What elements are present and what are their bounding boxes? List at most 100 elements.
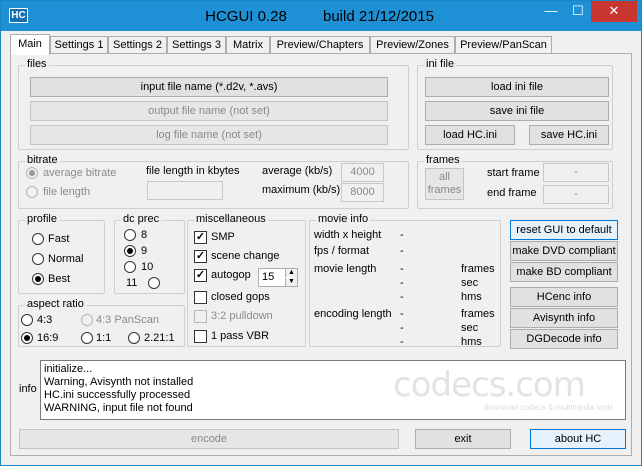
log-line: WARNING, input file not found: [44, 402, 193, 414]
aspect-11-label: 1:1: [96, 332, 112, 344]
average-bitrate-radio[interactable]: [26, 167, 38, 179]
bitrate-group: bitrate average bitrate file length file…: [18, 154, 409, 209]
file-length-kb-input[interactable]: [147, 181, 223, 200]
make-bd-compliant-button[interactable]: make BD compliant: [510, 262, 618, 282]
aspect-221-radio[interactable]: [128, 332, 140, 344]
width-height-value: -: [400, 229, 404, 241]
pulldown-label: 3:2 pulldown: [211, 310, 273, 322]
close-button[interactable]: ✕: [591, 1, 637, 22]
aspect-ratio-label: aspect ratio: [25, 298, 86, 310]
info-log[interactable]: codecs.com download codecs & multimedia …: [40, 360, 626, 420]
misc-label: miscellaneous: [194, 213, 268, 225]
encoding-length-sec-unit: sec: [461, 322, 479, 334]
tab-settings-3[interactable]: Settings 3: [167, 36, 226, 54]
encoding-length-label: encoding length: [314, 308, 392, 320]
smp-label: SMP: [211, 231, 235, 243]
save-ini-button[interactable]: save ini file: [425, 101, 609, 121]
end-frame-label: end frame: [487, 187, 537, 199]
tab-preview-panscan[interactable]: Preview/PanScan: [455, 36, 552, 54]
tab-settings-2[interactable]: Settings 2: [108, 36, 167, 54]
autogop-stepper[interactable]: 15 ▲ ▼: [258, 268, 298, 287]
log-line: Warning, Avisynth not installed: [44, 376, 194, 388]
hcenc-info-button[interactable]: HCenc info: [510, 287, 618, 307]
dgdecode-info-button[interactable]: DGDecode info: [510, 329, 618, 349]
aspect-11-radio[interactable]: [81, 332, 93, 344]
one-pass-vbr-label: 1 pass VBR: [211, 330, 270, 342]
stepper-up-icon[interactable]: ▲: [285, 269, 297, 277]
encoding-length-hms-unit: hms: [461, 336, 482, 348]
tab-preview-chapters[interactable]: Preview/Chapters: [270, 36, 370, 54]
load-hc-ini-button[interactable]: load HC.ini: [425, 125, 515, 145]
autogop-checkbox[interactable]: ✓: [194, 269, 207, 282]
ini-label: ini file: [424, 58, 457, 70]
scene-change-checkbox[interactable]: ✓: [194, 250, 207, 263]
log-file-button[interactable]: log file name (not set): [30, 125, 388, 145]
output-file-button[interactable]: output file name (not set): [30, 101, 388, 121]
dc-prec-10-label: 10: [141, 261, 154, 273]
start-frame-label: start frame: [487, 167, 540, 179]
log-line: HC.ini successfully processed: [44, 389, 191, 401]
start-frame-input[interactable]: -: [543, 163, 609, 182]
one-pass-vbr-checkbox[interactable]: [194, 330, 207, 343]
average-bitrate-label: average bitrate: [43, 167, 117, 179]
title-bar[interactable]: HC HCGUI 0.28 build 21/12/2015 — ☐ ✕: [1, 1, 641, 31]
stepper-down-icon[interactable]: ▼: [285, 278, 297, 286]
encoding-length-frames-unit: frames: [461, 308, 495, 320]
tab-preview-zones[interactable]: Preview/Zones: [370, 36, 455, 54]
aspect-169-label: 16:9: [37, 332, 59, 344]
make-dvd-compliant-button[interactable]: make DVD compliant: [510, 241, 618, 261]
maximize-button[interactable]: ☐: [564, 1, 592, 22]
average-kbs-input[interactable]: 4000: [341, 163, 384, 182]
encoding-length-hms-value: -: [400, 336, 404, 348]
smp-checkbox[interactable]: ✓: [194, 231, 207, 244]
aspect-43-radio[interactable]: [21, 314, 33, 326]
aspect-221-label: 2.21:1: [144, 332, 175, 344]
end-frame-input[interactable]: -: [543, 185, 609, 204]
ini-group: ini file load ini file save ini file loa…: [417, 58, 613, 150]
aspect-169-radio[interactable]: [21, 332, 33, 344]
aspect-43-panscan-label: 4:3 PanScan: [96, 314, 159, 326]
misc-group: miscellaneous ✓ SMP ✓ scene change ✓ aut…: [187, 213, 306, 347]
profile-normal-radio[interactable]: [32, 253, 44, 265]
load-ini-button[interactable]: load ini file: [425, 77, 609, 97]
exit-button[interactable]: exit: [415, 429, 511, 449]
all-frames-button[interactable]: all frames: [425, 168, 464, 200]
profile-label: profile: [25, 213, 59, 225]
file-length-kb-label: file length in kbytes: [146, 165, 240, 177]
save-hc-ini-button[interactable]: save HC.ini: [529, 125, 609, 145]
avisynth-info-button[interactable]: Avisynth info: [510, 308, 618, 328]
frames-label: frames: [424, 154, 462, 166]
all-frames-line2: frames: [427, 184, 462, 196]
dc-prec-label: dc prec: [121, 213, 162, 225]
movie-length-frames-unit: frames: [461, 263, 495, 275]
tab-matrix[interactable]: Matrix: [226, 36, 270, 54]
movie-length-sec-value: -: [400, 277, 404, 289]
closed-gops-checkbox[interactable]: [194, 291, 207, 304]
pulldown-checkbox[interactable]: [194, 310, 207, 323]
profile-fast-radio[interactable]: [32, 233, 44, 245]
log-line: initialize...: [44, 363, 93, 375]
dc-prec-8-radio[interactable]: [124, 229, 136, 241]
minimize-button[interactable]: —: [537, 1, 565, 22]
input-file-button[interactable]: input file name (*.d2v, *.avs): [30, 77, 388, 97]
width-height-label: width x height: [314, 229, 382, 241]
tab-settings-1[interactable]: Settings 1: [50, 36, 108, 54]
movie-length-hms-unit: hms: [461, 291, 482, 303]
tab-main[interactable]: Main: [10, 34, 50, 55]
info-label: info: [19, 383, 37, 395]
file-length-radio[interactable]: [26, 186, 38, 198]
average-kbs-label: average (kb/s): [262, 165, 333, 177]
autogop-value: 15: [262, 271, 275, 283]
maximum-kbs-input[interactable]: 8000: [341, 183, 384, 202]
closed-gops-label: closed gops: [211, 291, 270, 303]
dc-prec-11-radio[interactable]: [148, 277, 160, 289]
reset-gui-button[interactable]: reset GUI to default: [510, 220, 618, 240]
dc-prec-10-radio[interactable]: [124, 261, 136, 273]
profile-best-radio[interactable]: [32, 273, 44, 285]
autogop-label: autogop: [211, 269, 251, 281]
aspect-43-panscan-radio[interactable]: [81, 314, 93, 326]
window-build: build 21/12/2015: [323, 8, 434, 25]
about-hc-button[interactable]: about HC: [530, 429, 626, 449]
encode-button[interactable]: encode: [19, 429, 399, 449]
dc-prec-9-radio[interactable]: [124, 245, 136, 257]
